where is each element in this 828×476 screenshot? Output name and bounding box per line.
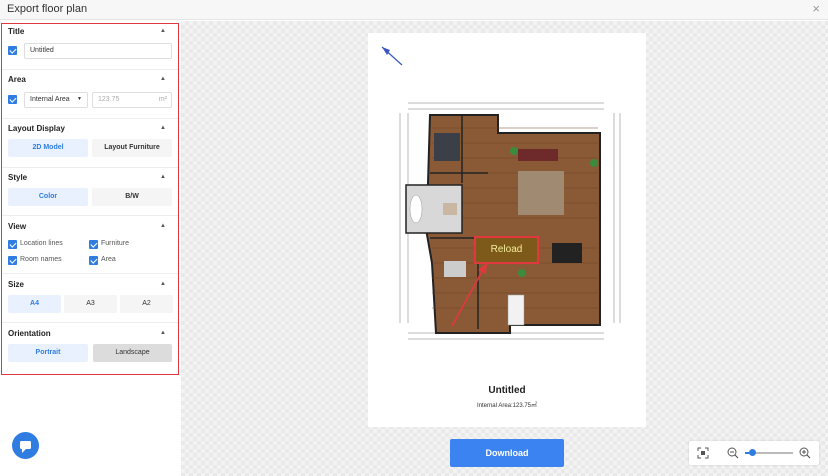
layout-display-section: Layout Display ▲ 2D Model Layout Furnitu… <box>2 124 178 168</box>
title-checkbox[interactable] <box>8 46 17 55</box>
size-a3-button[interactable]: A3 <box>64 295 117 313</box>
area-view-checkbox[interactable] <box>89 256 98 265</box>
area-checkbox[interactable] <box>8 95 17 104</box>
location-lines-label: Location lines <box>20 240 63 247</box>
style-color-button[interactable]: Color <box>8 188 88 206</box>
collapse-caret-icon[interactable]: ▲ <box>160 174 166 180</box>
size-a2-button[interactable]: A2 <box>120 295 173 313</box>
zoom-out-icon[interactable] <box>727 447 739 459</box>
collapse-caret-icon[interactable]: ▲ <box>160 76 166 82</box>
area-value-field[interactable]: 123.75 m² <box>92 92 172 108</box>
annotation-arrow-icon <box>451 263 487 327</box>
dialog-header: Export floor plan × <box>0 0 828 20</box>
area-view-label: Area <box>101 256 116 263</box>
collapse-caret-icon[interactable]: ▲ <box>160 281 166 287</box>
collapse-caret-icon[interactable]: ▲ <box>160 125 166 131</box>
zoom-toolbar <box>689 441 819 465</box>
floor-plan-drawing <box>381 46 621 340</box>
section-title-view: View <box>8 222 27 231</box>
style-section: Style ▲ Color B/W <box>2 173 178 216</box>
orientation-portrait-button[interactable]: Portrait <box>8 344 88 362</box>
area-type-label: Internal Area <box>30 96 70 103</box>
section-title-layout-display: Layout Display <box>8 124 65 133</box>
furniture-label: Furniture <box>101 240 130 247</box>
zoom-in-icon[interactable] <box>799 447 811 459</box>
reload-button[interactable]: Reload <box>474 236 539 264</box>
collapse-caret-icon[interactable]: ▲ <box>160 330 166 336</box>
chat-icon[interactable] <box>12 432 39 459</box>
size-a4-button[interactable]: A4 <box>8 295 61 313</box>
area-type-select[interactable]: Internal Area ▼ <box>24 92 88 108</box>
zoom-slider-track[interactable] <box>745 449 793 456</box>
chevron-down-icon: ▼ <box>77 96 82 102</box>
download-button[interactable]: Download <box>450 439 564 467</box>
chat-bubble-icon <box>20 441 31 453</box>
size-section: Size ▲ A4 A3 A2 <box>2 280 178 323</box>
preview-paper <box>368 33 646 427</box>
plan-area-text: Internal Area:123.75㎡ <box>476 403 538 409</box>
style-bw-button[interactable]: B/W <box>92 188 172 206</box>
title-section: Title ▲ Untitled <box>2 27 178 70</box>
area-value: 123.75 <box>98 96 120 103</box>
section-title-size: Size <box>8 280 25 289</box>
plan-title: Untitled <box>488 385 526 396</box>
orientation-section: Orientation ▲ Portrait Landscape <box>2 329 178 369</box>
furniture-checkbox[interactable] <box>89 240 98 249</box>
section-title-orientation: Orientation <box>8 329 51 338</box>
orientation-landscape-button[interactable]: Landscape <box>93 344 172 362</box>
area-unit: m² <box>158 96 167 103</box>
room-names-checkbox[interactable] <box>8 256 17 265</box>
section-title-area: Area <box>8 75 26 84</box>
layout-2d-model-button[interactable]: 2D Model <box>8 139 88 157</box>
fit-screen-icon[interactable] <box>697 447 709 459</box>
layout-furniture-button[interactable]: Layout Furniture <box>92 139 172 157</box>
close-icon[interactable]: × <box>812 1 820 16</box>
view-section: View ▲ Location lines Furniture Room nam… <box>2 222 178 274</box>
area-section: Area ▲ Internal Area ▼ 123.75 m² <box>2 75 178 119</box>
title-input[interactable]: Untitled <box>24 43 172 59</box>
location-lines-checkbox[interactable] <box>8 240 17 249</box>
dialog-title: Export floor plan <box>7 3 88 15</box>
section-title-style: Style <box>8 173 28 182</box>
zoom-slider-handle[interactable] <box>749 449 757 456</box>
collapse-caret-icon[interactable]: ▲ <box>160 223 166 229</box>
room-names-label: Room names <box>20 256 62 263</box>
compass-icon <box>381 46 403 66</box>
section-title-title: Title <box>8 27 25 36</box>
collapse-caret-icon[interactable]: ▲ <box>160 28 166 34</box>
